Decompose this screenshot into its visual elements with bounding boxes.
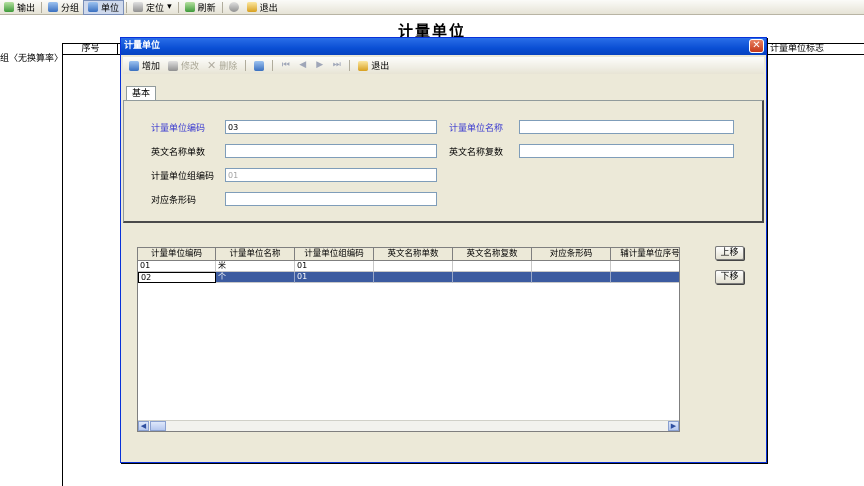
unit-name-field[interactable] <box>519 120 734 134</box>
add-button[interactable]: 增加 <box>126 58 163 73</box>
last-record-button[interactable]: ⏭ <box>329 58 344 73</box>
move-up-button[interactable]: 上移 <box>715 246 744 260</box>
grid-cell[interactable] <box>532 272 611 283</box>
toolbar-separator <box>221 1 223 13</box>
group-code-field <box>225 168 437 182</box>
grid-cell[interactable]: 个 <box>216 272 295 283</box>
first-record-button[interactable]: ⏮ <box>278 58 293 73</box>
next-icon: ▶ <box>316 60 324 70</box>
save-icon <box>254 60 265 71</box>
horizontal-scrollbar[interactable]: ◀ ▶ <box>138 420 679 431</box>
exit-button[interactable]: 退出 <box>243 0 282 15</box>
exit-icon <box>358 60 369 71</box>
scroll-left-icon: ◀ <box>140 422 147 430</box>
move-down-button[interactable]: 下移 <box>715 270 744 284</box>
main-toolbar: 输出 分组 单位 定位 ▾ 刷新 退出 <box>0 0 864 15</box>
grid-cell[interactable]: 01 <box>138 261 216 272</box>
column-header-seq[interactable]: 序号 <box>64 44 118 55</box>
basic-tab-panel: 计量单位编码 计量单位名称 英文名称单数 英文名称复数 计量单位组编码 对应条形… <box>123 100 764 223</box>
grid-column-header[interactable]: 对应条形码 <box>532 248 611 261</box>
grid-column-header[interactable]: 计量单位组编码 <box>295 248 374 261</box>
column-header-flag[interactable]: 计量单位标志 <box>767 44 864 55</box>
scroll-left-button[interactable]: ◀ <box>138 421 149 431</box>
close-button[interactable]: ✕ <box>749 39 764 53</box>
locate-button[interactable]: 定位 ▾ <box>129 0 176 15</box>
grid-cell[interactable] <box>374 261 453 272</box>
group-code-label: 计量单位组编码 <box>151 172 215 182</box>
grid-column-header[interactable]: 英文名称复数 <box>453 248 532 261</box>
en-single-field[interactable] <box>225 144 437 158</box>
grid-cell[interactable] <box>453 272 532 283</box>
toolbar-separator <box>126 1 128 13</box>
barcode-label: 对应条形码 <box>151 196 197 206</box>
en-plural-field[interactable] <box>519 144 734 158</box>
grid-cell[interactable] <box>374 272 453 283</box>
exit-icon <box>246 2 257 12</box>
grid-column-header[interactable]: 计量单位编码 <box>138 248 216 261</box>
unit-code-field[interactable] <box>225 120 437 134</box>
scroll-thumb[interactable] <box>150 421 166 431</box>
grid-cell[interactable]: 01 <box>295 261 374 272</box>
first-icon: ⏮ <box>281 60 290 70</box>
refresh-icon <box>184 2 195 12</box>
grid-column-header[interactable]: 辅计量单位序号 <box>611 248 679 261</box>
edit-icon <box>168 60 179 71</box>
group-icon <box>48 2 59 12</box>
help-icon <box>228 2 239 12</box>
add-icon <box>129 60 139 71</box>
grid-header: 计量单位编码 计量单位名称 计量单位组编码 英文名称单数 英文名称复数 对应条形… <box>138 248 679 261</box>
unit-icon <box>88 2 99 12</box>
prev-icon: ◀ <box>299 60 307 70</box>
close-icon: ✕ <box>752 40 761 51</box>
en-single-label: 英文名称单数 <box>151 148 206 158</box>
next-record-button[interactable]: ▶ <box>312 58 327 73</box>
delete-button[interactable]: ✕ 删除 <box>204 58 240 73</box>
toolbar-separator <box>272 60 274 71</box>
table-row[interactable]: 01 米 01 <box>138 261 679 272</box>
grid-cell[interactable] <box>611 272 679 283</box>
last-icon: ⏭ <box>332 60 341 70</box>
scroll-right-button[interactable]: ▶ <box>668 421 679 431</box>
dropdown-arrow-icon: ▾ <box>167 2 172 12</box>
toolbar-separator <box>177 1 179 13</box>
export-button[interactable]: 输出 <box>0 0 39 15</box>
toolbar-separator <box>245 60 247 71</box>
scroll-right-icon: ▶ <box>670 422 677 430</box>
group-button[interactable]: 分组 <box>44 0 83 15</box>
unit-button[interactable]: 单位 <box>83 0 125 15</box>
dialog-toolbar: 增加 修改 ✕ 删除 ⏮ ◀ ▶ ⏭ 退出 <box>123 57 764 74</box>
unit-code-label: 计量单位编码 <box>151 124 206 134</box>
grid-column-header[interactable]: 英文名称单数 <box>374 248 453 261</box>
dialog-title: 计量单位 <box>124 41 161 51</box>
dialog-titlebar[interactable]: 计量单位 <box>121 38 766 55</box>
grid-cell[interactable] <box>453 261 532 272</box>
unit-name-label: 计量单位名称 <box>449 124 504 134</box>
tree-item-group[interactable]: 组〈无换算率〉 <box>0 51 63 64</box>
help-button[interactable] <box>225 0 243 15</box>
grid-cell[interactable]: 01 <box>295 272 374 283</box>
export-icon <box>4 2 14 12</box>
grid-cell[interactable]: 米 <box>216 261 295 272</box>
table-row-selected[interactable]: 02 个 01 <box>138 272 679 283</box>
grid-cell[interactable] <box>532 261 611 272</box>
unit-grid: 计量单位编码 计量单位名称 计量单位组编码 英文名称单数 英文名称复数 对应条形… <box>137 247 680 432</box>
divider <box>62 43 63 486</box>
unit-dialog: 计量单位 ✕ 增加 修改 ✕ 删除 ⏮ ◀ ▶ ⏭ 退出 基本 计量单位编码 0… <box>120 37 767 463</box>
save-button[interactable] <box>251 58 267 73</box>
grid-column-header[interactable]: 计量单位名称 <box>216 248 295 261</box>
toolbar-separator <box>41 1 43 13</box>
refresh-button[interactable]: 刷新 <box>181 0 220 15</box>
edit-button[interactable]: 修改 <box>165 58 202 73</box>
barcode-field[interactable] <box>225 192 437 206</box>
grid-cell[interactable] <box>611 261 679 272</box>
tab-basic[interactable]: 基本 <box>126 86 157 101</box>
en-plural-label: 英文名称复数 <box>449 148 504 158</box>
delete-icon: ✕ <box>207 59 217 72</box>
toolbar-separator <box>349 60 351 71</box>
locate-icon <box>133 2 144 12</box>
prev-record-button[interactable]: ◀ <box>295 58 310 73</box>
dialog-exit-button[interactable]: 退出 <box>355 58 392 73</box>
grid-cell[interactable]: 02 <box>138 272 216 283</box>
